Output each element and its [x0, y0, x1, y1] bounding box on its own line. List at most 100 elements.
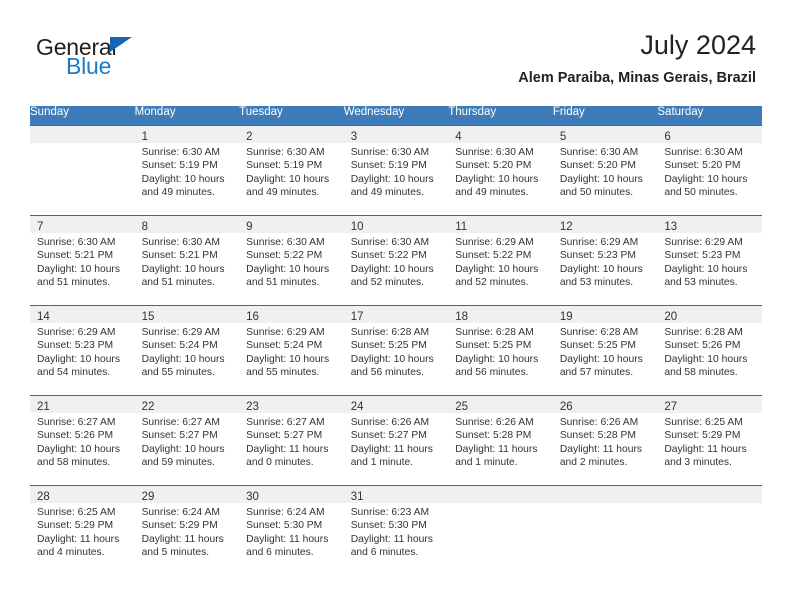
daylight-text: Daylight: 11 hours and 0 minutes. [246, 443, 329, 469]
day-details: Sunrise: 6:29 AM Sunset: 5:24 PM Daylight:… [239, 323, 344, 380]
sunset-text: Sunset: 5:27 PM [141, 430, 218, 442]
day-details: Sunrise: 6:30 AM Sunset: 5:21 PM Daylight:… [30, 233, 135, 290]
calendar-day-cell[interactable]: 15 Sunrise: 6:29 AM Sunset: 5:24 PM Dayligh… [134, 304, 240, 395]
calendar-page: General Blue July 2024 Alem Paraiba, Min… [0, 0, 792, 612]
calendar-day-cell[interactable]: 21 Sunrise: 6:27 AM Sunset: 5:26 PM Dayligh… [30, 394, 135, 485]
calendar-day-cell[interactable]: 30 Sunrise: 6:24 AM Sunset: 5:30 PM Dayligh… [239, 484, 344, 575]
day-number-band: 24 [343, 395, 449, 413]
day-number-band: 13 [657, 215, 762, 233]
day-number-band: 4 [448, 125, 553, 143]
sunset-text: Sunset: 5:25 PM [455, 340, 532, 352]
weekday-header-sunday: Sunday [30, 106, 135, 125]
calendar-day-cell[interactable]: 20 Sunrise: 6:28 AM Sunset: 5:26 PM Dayligh… [657, 304, 762, 395]
calendar-day-cell[interactable]: 17 Sunrise: 6:28 AM Sunset: 5:25 PM Dayligh… [343, 304, 449, 395]
calendar-day-cell[interactable]: 3 Sunrise: 6:30 AM Sunset: 5:19 PM Daylight… [343, 124, 449, 215]
calendar-day-cell[interactable]: 22 Sunrise: 6:27 AM Sunset: 5:27 PM Dayligh… [134, 394, 240, 485]
calendar-day-cell[interactable]: 10 Sunrise: 6:30 AM Sunset: 5:22 PM Dayligh… [343, 214, 449, 305]
day-number-band: 18 [448, 305, 553, 323]
day-details: Sunrise: 6:28 AM Sunset: 5:25 PM Daylight:… [448, 323, 553, 380]
day-details: Sunrise: 6:28 AM Sunset: 5:25 PM Daylight:… [553, 323, 658, 380]
day-number: 10 [350, 220, 364, 233]
calendar-day-cell[interactable]: 5 Sunrise: 6:30 AM Sunset: 5:20 PM Daylight… [552, 124, 658, 215]
day-number-band [657, 485, 762, 503]
calendar-day-cell[interactable]: 26 Sunrise: 6:26 AM Sunset: 5:28 PM Dayligh… [552, 394, 658, 485]
calendar-day-cell[interactable]: 24 Sunrise: 6:26 AM Sunset: 5:27 PM Dayligh… [343, 394, 449, 485]
sunset-text: Sunset: 5:23 PM [37, 340, 114, 352]
sunset-text: Sunset: 5:25 PM [350, 340, 427, 352]
calendar-day-cell[interactable]: 8 Sunrise: 6:30 AM Sunset: 5:21 PM Daylight… [134, 214, 240, 305]
sunset-text: Sunset: 5:30 PM [246, 520, 323, 532]
calendar-empty-cell [657, 484, 762, 575]
sunset-text: Sunset: 5:19 PM [246, 160, 323, 172]
calendar-day-cell[interactable]: 16 Sunrise: 6:29 AM Sunset: 5:24 PM Dayligh… [239, 304, 344, 395]
daylight-text: Daylight: 10 hours and 51 minutes. [141, 263, 225, 289]
calendar-day-cell[interactable]: 13 Sunrise: 6:29 AM Sunset: 5:23 PM Dayligh… [657, 214, 762, 305]
day-number-band [448, 485, 553, 503]
calendar-day-cell[interactable]: 12 Sunrise: 6:29 AM Sunset: 5:23 PM Dayligh… [552, 214, 658, 305]
daylight-text: Daylight: 10 hours and 51 minutes. [37, 263, 120, 289]
calendar-day-cell[interactable]: 27 Sunrise: 6:25 AM Sunset: 5:29 PM Dayligh… [657, 394, 762, 485]
day-details: Sunrise: 6:30 AM Sunset: 5:19 PM Daylight:… [239, 143, 344, 200]
daylight-text: Daylight: 10 hours and 55 minutes. [141, 353, 225, 379]
daylight-text: Daylight: 10 hours and 51 minutes. [246, 263, 330, 289]
logo-text-blue: Blue [66, 53, 112, 79]
calendar-day-cell[interactable]: 2 Sunrise: 6:30 AM Sunset: 5:19 PM Daylight… [239, 124, 344, 215]
page-title: July 2024 [640, 30, 756, 60]
sunrise-text: Sunrise: 6:23 AM [350, 506, 430, 518]
day-number-band: 27 [657, 395, 762, 413]
daylight-text: Daylight: 10 hours and 49 minutes. [246, 173, 330, 199]
calendar-day-cell[interactable]: 18 Sunrise: 6:28 AM Sunset: 5:25 PM Dayligh… [448, 304, 553, 395]
day-details: Sunrise: 6:25 AM Sunset: 5:29 PM Daylight:… [30, 503, 135, 560]
calendar-day-cell[interactable]: 14 Sunrise: 6:29 AM Sunset: 5:23 PM Dayligh… [30, 304, 135, 395]
calendar-day-cell[interactable]: 23 Sunrise: 6:27 AM Sunset: 5:27 PM Dayligh… [239, 394, 344, 485]
day-number-band: 7 [30, 215, 135, 233]
calendar-week-row: 1 Sunrise: 6:30 AM Sunset: 5:19 PM Daylight… [30, 124, 762, 215]
calendar-day-cell[interactable]: 11 Sunrise: 6:29 AM Sunset: 5:22 PM Dayligh… [448, 214, 553, 305]
day-number: 15 [141, 310, 155, 323]
day-number: 1 [141, 130, 148, 143]
sunset-text: Sunset: 5:29 PM [37, 520, 114, 532]
day-number: 20 [664, 310, 678, 323]
day-number: 22 [141, 400, 155, 413]
sunset-text: Sunset: 5:28 PM [455, 430, 532, 442]
sunrise-text: Sunrise: 6:29 AM [141, 326, 220, 338]
page-header: General Blue July 2024 Alem Paraiba, Min… [0, 0, 792, 100]
sunset-text: Sunset: 5:23 PM [559, 250, 636, 262]
weekday-header-saturday: Saturday [657, 106, 762, 125]
day-details: Sunrise: 6:26 AM Sunset: 5:27 PM Daylight:… [344, 413, 449, 470]
sunrise-text: Sunrise: 6:29 AM [455, 236, 534, 248]
calendar-day-cell[interactable]: 4 Sunrise: 6:30 AM Sunset: 5:20 PM Daylight… [448, 124, 553, 215]
sunrise-text: Sunrise: 6:28 AM [350, 326, 430, 338]
calendar-day-cell[interactable]: 31 Sunrise: 6:23 AM Sunset: 5:30 PM Dayligh… [343, 484, 449, 575]
daylight-text: Daylight: 10 hours and 56 minutes. [455, 353, 539, 379]
calendar-day-cell[interactable]: 1 Sunrise: 6:30 AM Sunset: 5:19 PM Daylight… [134, 124, 240, 215]
calendar-day-cell[interactable]: 9 Sunrise: 6:30 AM Sunset: 5:22 PM Daylight… [239, 214, 344, 305]
day-number: 8 [141, 220, 148, 233]
calendar-week-row: 7 Sunrise: 6:30 AM Sunset: 5:21 PM Daylight… [30, 214, 762, 305]
day-details: Sunrise: 6:23 AM Sunset: 5:30 PM Daylight:… [344, 503, 449, 560]
sunrise-text: Sunrise: 6:25 AM [664, 416, 743, 428]
calendar-day-cell[interactable]: 29 Sunrise: 6:24 AM Sunset: 5:29 PM Dayligh… [134, 484, 240, 575]
calendar-week-row: 28 Sunrise: 6:25 AM Sunset: 5:29 PM Dayligh… [30, 484, 762, 575]
day-number: 27 [664, 400, 678, 413]
daylight-text: Daylight: 10 hours and 49 minutes. [141, 173, 225, 199]
calendar-day-cell[interactable]: 6 Sunrise: 6:30 AM Sunset: 5:20 PM Daylight… [657, 124, 762, 215]
daylight-text: Daylight: 11 hours and 3 minutes. [664, 443, 747, 469]
day-number-band: 9 [239, 215, 344, 233]
daylight-text: Daylight: 11 hours and 1 minute. [455, 443, 538, 469]
weekday-header-friday: Friday [552, 106, 658, 125]
sunrise-text: Sunrise: 6:30 AM [141, 146, 220, 158]
calendar-day-cell[interactable]: 7 Sunrise: 6:30 AM Sunset: 5:21 PM Daylight… [30, 214, 135, 305]
day-number-band: 3 [343, 125, 449, 143]
day-details: Sunrise: 6:30 AM Sunset: 5:20 PM Daylight:… [657, 143, 762, 200]
day-details: Sunrise: 6:28 AM Sunset: 5:25 PM Daylight:… [344, 323, 449, 380]
calendar-day-cell[interactable]: 25 Sunrise: 6:26 AM Sunset: 5:28 PM Dayligh… [448, 394, 553, 485]
calendar-day-cell[interactable]: 19 Sunrise: 6:28 AM Sunset: 5:25 PM Dayligh… [552, 304, 658, 395]
calendar-day-cell[interactable]: 28 Sunrise: 6:25 AM Sunset: 5:29 PM Dayligh… [30, 484, 135, 575]
sunrise-text: Sunrise: 6:28 AM [559, 326, 639, 338]
daylight-text: Daylight: 11 hours and 6 minutes. [350, 533, 433, 559]
sunset-text: Sunset: 5:24 PM [246, 340, 323, 352]
sunrise-text: Sunrise: 6:24 AM [141, 506, 220, 518]
daylight-text: Daylight: 11 hours and 6 minutes. [246, 533, 329, 559]
sunrise-text: Sunrise: 6:30 AM [37, 236, 116, 248]
